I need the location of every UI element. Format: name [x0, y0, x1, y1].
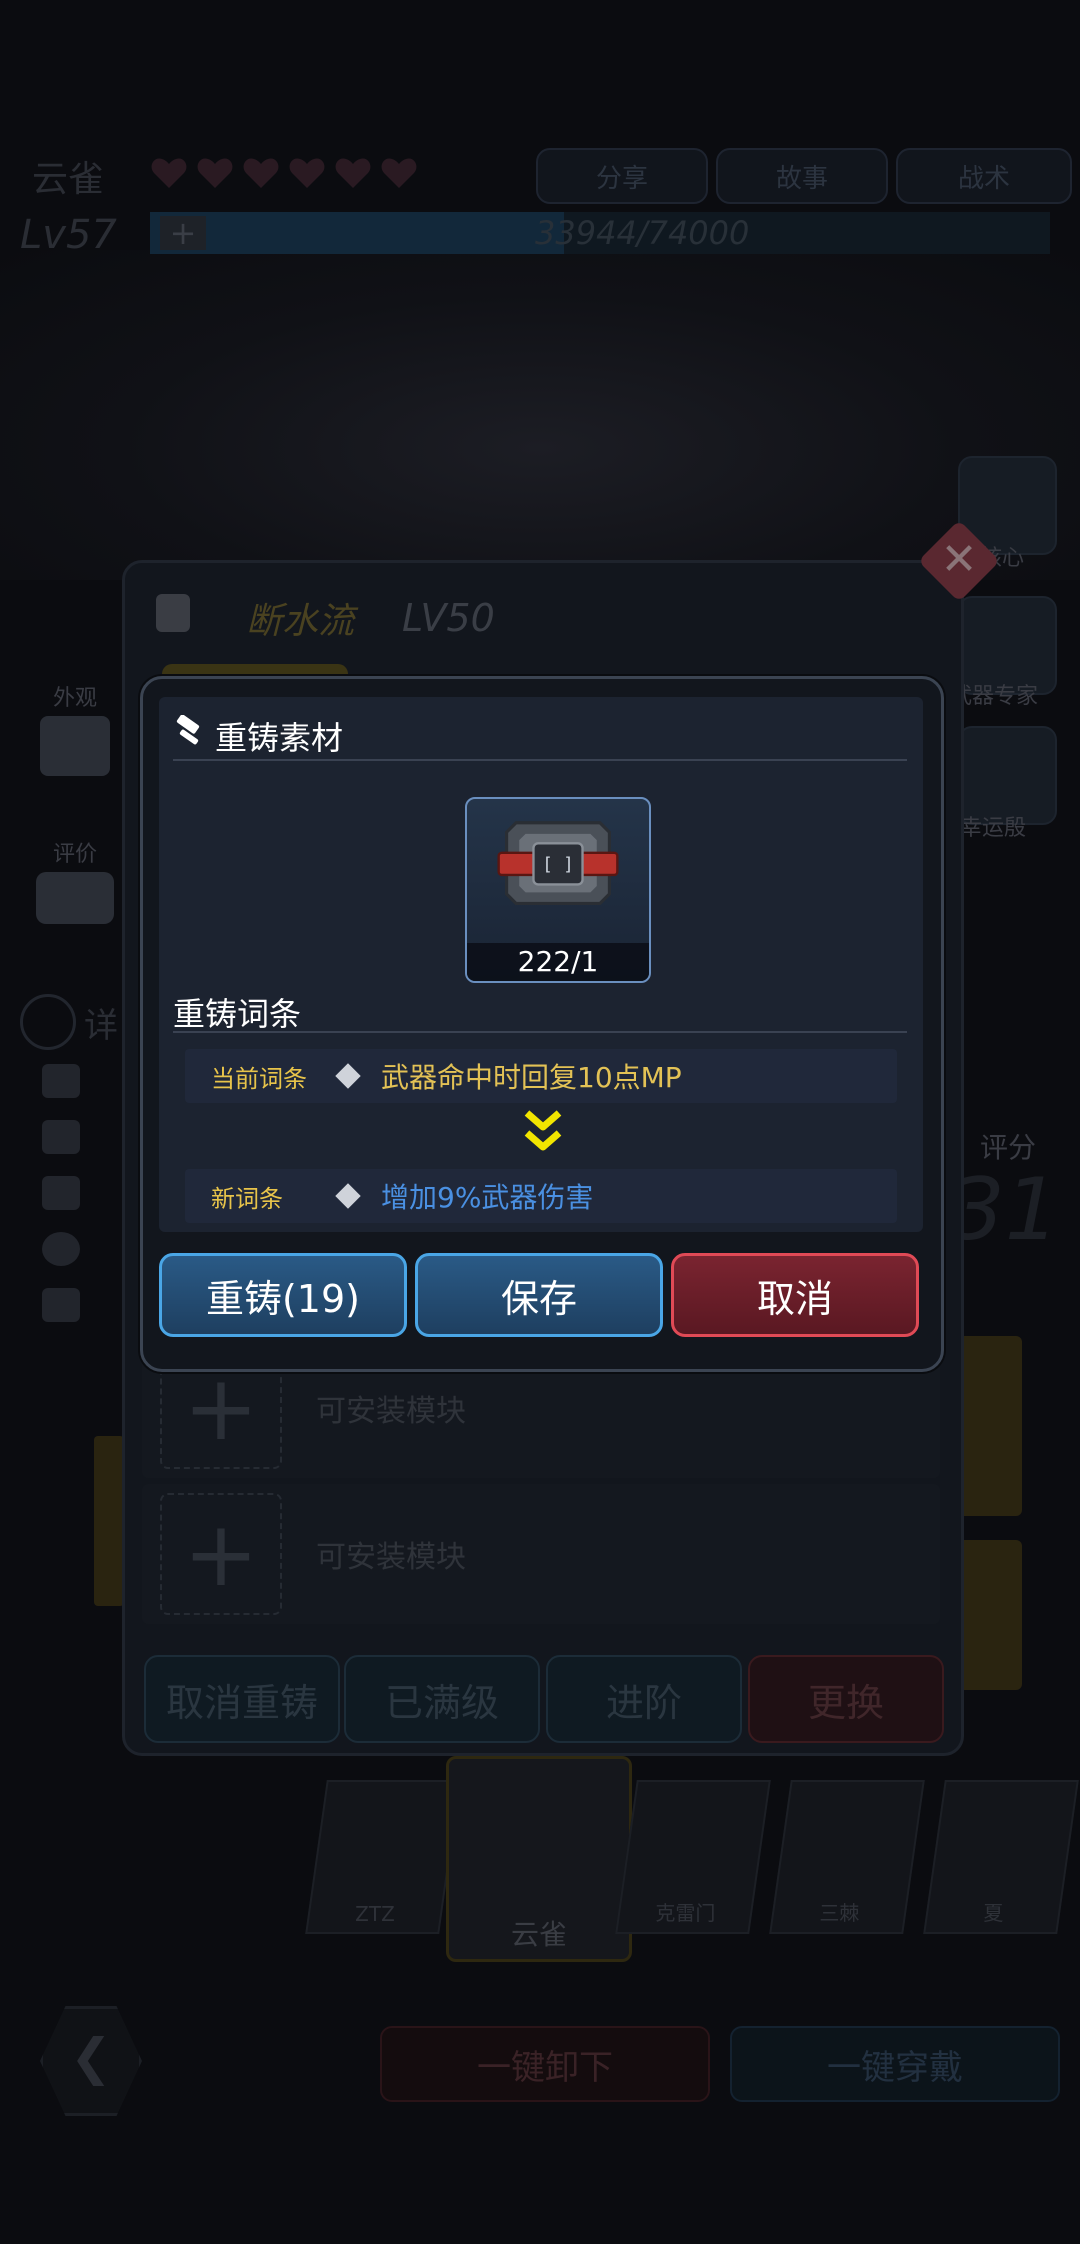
- hammer-icon: [173, 714, 207, 749]
- material-title: 重铸素材: [215, 719, 344, 757]
- advance-button[interactable]: 进阶: [546, 1655, 742, 1743]
- weapon-level: LV50: [402, 596, 495, 640]
- chat-bubble-icon: [36, 872, 114, 924]
- character-card-1[interactable]: ZTZ: [305, 1780, 461, 1934]
- exp-text: 33944/74000: [535, 214, 750, 252]
- divider: [173, 759, 907, 761]
- diamond-icon: [335, 1183, 361, 1209]
- diamond-icon: [335, 1063, 361, 1089]
- character-card-selected[interactable]: 云雀: [446, 1756, 632, 1962]
- character-name: 三棘: [819, 1901, 860, 1925]
- heart-icon: [288, 156, 326, 190]
- character-card-5[interactable]: 夏: [923, 1780, 1079, 1934]
- max-level-button[interactable]: 已满级: [344, 1655, 540, 1743]
- svg-text:[ ]: [ ]: [542, 855, 573, 875]
- current-entry-value: 武器命中时回复10点MP: [381, 1061, 682, 1094]
- appearance-label: 外观: [52, 686, 97, 711]
- module-card-left: [94, 1436, 124, 1606]
- hero-name: 云雀: [32, 159, 105, 200]
- hero-level: Lv57: [20, 212, 117, 258]
- reforge-button[interactable]: 重铸(19): [159, 1253, 407, 1337]
- save-button[interactable]: 保存: [415, 1253, 663, 1337]
- new-entry-label: 新词条: [211, 1184, 283, 1213]
- current-entry-label: 当前词条: [211, 1064, 307, 1093]
- tactics-button[interactable]: 战术: [896, 148, 1072, 204]
- search-icon[interactable]: [20, 994, 76, 1050]
- lock-icon[interactable]: [156, 594, 190, 632]
- exp-bar-fill: [150, 212, 564, 254]
- cancel-reforge-button[interactable]: 取消重铸: [144, 1655, 340, 1743]
- arrow-icon: [42, 1288, 80, 1322]
- target-icon: [42, 1232, 80, 1266]
- reforge-dialog-content: 重铸素材 [ ] 222/1 重铸词条 当前词条 武器命中时回复10点MP 新词…: [159, 697, 923, 1232]
- heart-icon: [242, 156, 280, 190]
- new-entry-value: 增加9%武器伤害: [381, 1181, 594, 1214]
- detail-label: 详: [84, 1006, 118, 1046]
- score-value: 31: [950, 1160, 1060, 1260]
- heart-icon: [150, 156, 188, 190]
- hero-hearts: [150, 156, 418, 190]
- add-exp-icon[interactable]: +: [160, 216, 206, 250]
- new-entry-row: 新词条 增加9%武器伤害: [185, 1169, 897, 1223]
- heart-icon: [196, 156, 234, 190]
- unequip-all-button[interactable]: 一键卸下: [380, 2026, 710, 2102]
- fist-icon: [42, 1120, 80, 1154]
- shield-icon: [42, 1064, 80, 1098]
- module-slot-label: 可安装模块: [316, 1394, 466, 1429]
- module-chip-icon: [ ]: [497, 821, 619, 906]
- module-card-right-1[interactable]: [956, 1336, 1022, 1516]
- module-slot-label: 可安装模块: [316, 1540, 466, 1575]
- character-name: 夏: [983, 1901, 1004, 1925]
- plus-icon: +: [160, 1493, 282, 1615]
- heart-icon: [380, 156, 418, 190]
- tools-icon: [42, 1176, 80, 1210]
- character-name: ZTZ: [355, 1902, 395, 1926]
- replace-button[interactable]: 更换: [748, 1655, 944, 1743]
- character-name: 云雀: [510, 1918, 567, 1951]
- character-card-4[interactable]: 三棘: [769, 1780, 925, 1934]
- item-count: 222/1: [467, 943, 649, 981]
- close-icon[interactable]: ✕: [930, 530, 988, 590]
- character-card-3[interactable]: 克雷门: [615, 1780, 771, 1934]
- shirt-icon: [40, 716, 110, 776]
- chevron-double-down-icon: [521, 1107, 565, 1157]
- weapon-name: 断水流: [246, 601, 355, 642]
- rating-entry[interactable]: 评价: [30, 836, 120, 924]
- divider: [173, 1031, 907, 1033]
- story-button[interactable]: 故事: [716, 148, 888, 204]
- cancel-button[interactable]: 取消: [671, 1253, 919, 1337]
- reforge-dialog: 重铸素材 [ ] 222/1 重铸词条 当前词条 武器命中时回复10点MP 新词…: [140, 676, 944, 1372]
- character-name: 克雷门: [655, 1901, 716, 1925]
- module-slot-2[interactable]: + 可安装模块: [142, 1484, 940, 1624]
- material-item[interactable]: [ ] 222/1: [465, 797, 651, 983]
- heart-icon: [334, 156, 372, 190]
- reforge-title: 重铸词条: [173, 995, 302, 1033]
- current-entry-row: 当前词条 武器命中时回复10点MP: [185, 1049, 897, 1103]
- rating-label: 评价: [52, 842, 97, 867]
- equip-all-button[interactable]: 一键穿戴: [730, 2026, 1060, 2102]
- appearance-entry[interactable]: 外观: [30, 680, 120, 776]
- chevron-left-icon: ❮: [70, 2028, 112, 2086]
- hero-scene-background: [0, 250, 1080, 580]
- module-card-right-2[interactable]: [956, 1540, 1022, 1690]
- lucky-label: 幸运殷: [960, 816, 1027, 841]
- share-button[interactable]: 分享: [536, 148, 708, 204]
